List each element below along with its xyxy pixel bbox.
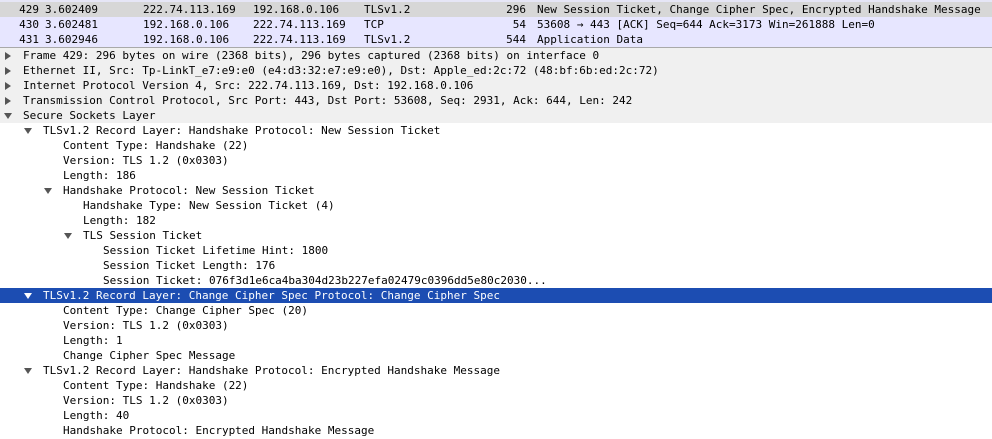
tree-node-label: Version: TLS 1.2 (0x0303) xyxy=(63,154,229,167)
tree-node[interactable]: Length: 186 xyxy=(0,168,992,183)
tree-node-label: Version: TLS 1.2 (0x0303) xyxy=(63,394,229,407)
triangle-right-icon[interactable] xyxy=(3,48,13,63)
packet-time: 3.602481 xyxy=(45,18,98,31)
tree-node-label: Length: 1 xyxy=(63,334,123,347)
tree-node[interactable]: Length: 40 xyxy=(0,408,992,423)
tree-node[interactable]: Handshake Protocol: New Session Ticket xyxy=(0,183,992,198)
packet-list: 429 3.602409 222.74.113.169 192.168.0.10… xyxy=(0,0,992,47)
tree-node-label: Session Ticket Lifetime Hint: 1800 xyxy=(103,244,329,257)
packet-source: 192.168.0.106 xyxy=(143,33,230,46)
tree-node-label: Handshake Type: New Session Ticket (4) xyxy=(83,199,335,212)
tree-node-label: Session Ticket: 076f3d1e6ca4ba304d23b227… xyxy=(103,274,547,287)
triangle-down-icon[interactable] xyxy=(23,123,33,138)
tree-node-label: Ethernet II, Src: Tp-LinkT_e7:e9:e0 (e4:… xyxy=(23,64,659,77)
packet-number: 431 xyxy=(19,33,39,46)
tree-node-label: Transmission Control Protocol, Src Port:… xyxy=(23,94,633,107)
triangle-right-icon[interactable] xyxy=(3,93,13,108)
packet-destination: 192.168.0.106 xyxy=(253,3,340,16)
tree-node[interactable]: Version: TLS 1.2 (0x0303) xyxy=(0,153,992,168)
packet-source: 192.168.0.106 xyxy=(143,18,230,31)
packet-length: 296 xyxy=(506,3,526,16)
tree-node[interactable]: Length: 182 xyxy=(0,213,992,228)
packet-time: 3.602409 xyxy=(45,3,98,16)
packet-destination: 222.74.113.169 xyxy=(253,33,346,46)
tree-node-label: Content Type: Handshake (22) xyxy=(63,379,249,392)
tree-node[interactable]: Session Ticket: 076f3d1e6ca4ba304d23b227… xyxy=(0,273,992,288)
packet-number: 429 xyxy=(19,3,39,16)
tree-node-label: TLSv1.2 Record Layer: Change Cipher Spec… xyxy=(43,289,500,302)
tree-node[interactable]: Length: 1 xyxy=(0,333,992,348)
tree-node[interactable]: Change Cipher Spec Message xyxy=(0,348,992,363)
tree-node[interactable]: TLSv1.2 Record Layer: Handshake Protocol… xyxy=(0,363,992,378)
packet-number: 430 xyxy=(19,18,39,31)
tree-node[interactable]: Handshake Type: New Session Ticket (4) xyxy=(0,198,992,213)
tree-node-label: Content Type: Change Cipher Spec (20) xyxy=(63,304,309,317)
packet-protocol: TCP xyxy=(364,18,384,31)
tree-node-label: TLS Session Ticket xyxy=(83,229,203,242)
packet-info: New Session Ticket, Change Cipher Spec, … xyxy=(537,3,981,16)
packet-destination: 222.74.113.169 xyxy=(253,18,346,31)
tree-node[interactable]: Session Ticket Length: 176 xyxy=(0,258,992,273)
tree-node-label: Handshake Protocol: New Session Ticket xyxy=(63,184,315,197)
packet-protocol: TLSv1.2 xyxy=(364,3,411,16)
tree-node[interactable]: Version: TLS 1.2 (0x0303) xyxy=(0,318,992,333)
tree-node[interactable]: TLS Session Ticket xyxy=(0,228,992,243)
triangle-right-icon[interactable] xyxy=(3,63,13,78)
triangle-right-icon[interactable] xyxy=(3,78,13,93)
tree-node[interactable]: Secure Sockets Layer xyxy=(0,108,992,123)
tree-node[interactable]: TLSv1.2 Record Layer: Handshake Protocol… xyxy=(0,123,992,138)
triangle-down-icon[interactable] xyxy=(3,108,13,123)
tree-node-label: Length: 40 xyxy=(63,409,130,422)
packet-row[interactable]: 429 3.602409 222.74.113.169 192.168.0.10… xyxy=(0,2,992,17)
tree-node[interactable]: Internet Protocol Version 4, Src: 222.74… xyxy=(0,78,992,93)
tree-node[interactable]: Ethernet II, Src: Tp-LinkT_e7:e9:e0 (e4:… xyxy=(0,63,992,78)
tree-node-label: Version: TLS 1.2 (0x0303) xyxy=(63,319,229,332)
tree-node[interactable]: Content Type: Change Cipher Spec (20) xyxy=(0,303,992,318)
packet-row[interactable]: 430 3.602481 192.168.0.106 222.74.113.16… xyxy=(0,17,992,32)
packet-row[interactable]: 431 3.602946 192.168.0.106 222.74.113.16… xyxy=(0,32,992,47)
tree-node-label: Handshake Protocol: Encrypted Handshake … xyxy=(63,424,375,437)
tree-node-label: Content Type: Handshake (22) xyxy=(63,139,249,152)
triangle-down-icon[interactable] xyxy=(23,363,33,378)
tree-node-label: Length: 182 xyxy=(83,214,156,227)
packet-info: 53608 → 443 [ACK] Seq=644 Ack=3173 Win=2… xyxy=(537,18,875,31)
tree-node[interactable]: Content Type: Handshake (22) xyxy=(0,138,992,153)
tree-node-label: Session Ticket Length: 176 xyxy=(103,259,276,272)
packet-source: 222.74.113.169 xyxy=(143,3,236,16)
tree-node[interactable]: TLSv1.2 Record Layer: Change Cipher Spec… xyxy=(0,288,992,303)
triangle-down-icon[interactable] xyxy=(43,183,53,198)
triangle-down-icon[interactable] xyxy=(23,288,33,303)
tree-node-label: Frame 429: 296 bytes on wire (2368 bits)… xyxy=(23,49,600,62)
packet-info: Application Data xyxy=(537,33,643,46)
packet-protocol: TLSv1.2 xyxy=(364,33,411,46)
tree-node-label: TLSv1.2 Record Layer: Handshake Protocol… xyxy=(43,364,500,377)
packet-length: 544 xyxy=(506,33,526,46)
tree-node-label: Change Cipher Spec Message xyxy=(63,349,236,362)
packet-length: 54 xyxy=(512,18,526,31)
tree-node[interactable]: Session Ticket Lifetime Hint: 1800 xyxy=(0,243,992,258)
tree-node[interactable]: Content Type: Handshake (22) xyxy=(0,378,992,393)
packet-time: 3.602946 xyxy=(45,33,98,46)
triangle-down-icon[interactable] xyxy=(63,228,73,243)
tree-node-label: Secure Sockets Layer xyxy=(23,109,156,122)
tree-node-label: Internet Protocol Version 4, Src: 222.74… xyxy=(23,79,474,92)
tree-node[interactable]: Frame 429: 296 bytes on wire (2368 bits)… xyxy=(0,48,992,63)
tree-node[interactable]: Handshake Protocol: Encrypted Handshake … xyxy=(0,423,992,438)
tree-node[interactable]: Transmission Control Protocol, Src Port:… xyxy=(0,93,992,108)
tree-node-label: Length: 186 xyxy=(63,169,136,182)
tree-node-label: TLSv1.2 Record Layer: Handshake Protocol… xyxy=(43,124,441,137)
tree-node[interactable]: Version: TLS 1.2 (0x0303) xyxy=(0,393,992,408)
packet-details-tree: Frame 429: 296 bytes on wire (2368 bits)… xyxy=(0,48,992,438)
